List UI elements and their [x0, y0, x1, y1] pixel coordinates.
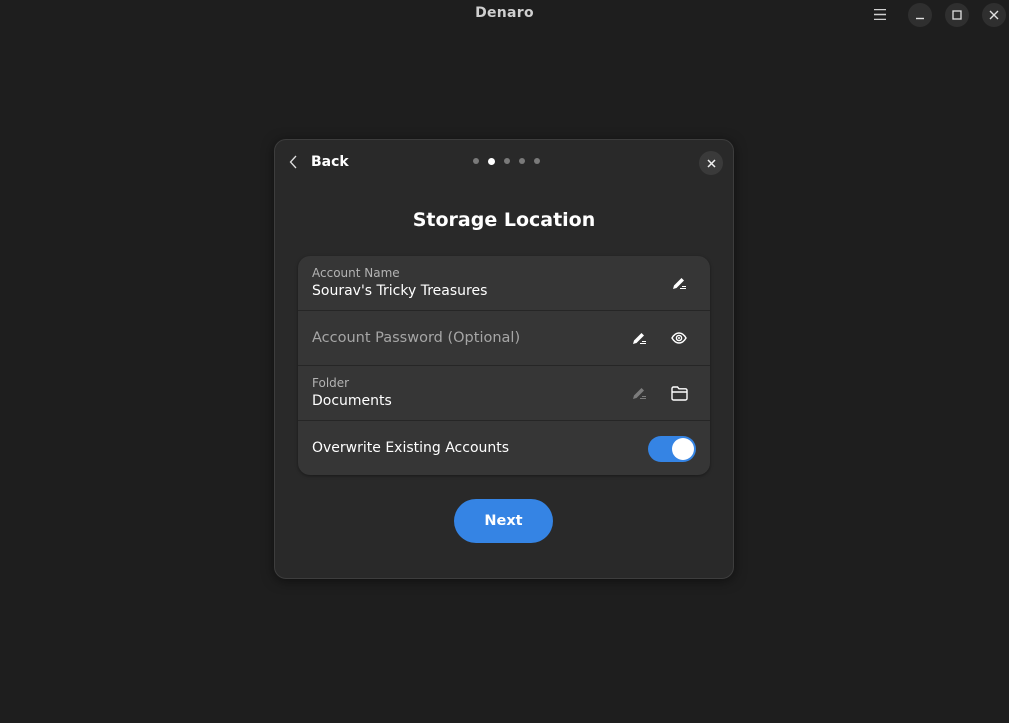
account-password-row[interactable]: Account Password (Optional) — [298, 311, 710, 366]
settings-list: Account Name Sourav's Tricky Treasures A… — [298, 256, 710, 475]
new-account-dialog: Back Storage Location Account Name Soura… — [274, 139, 734, 579]
pencil-icon — [671, 275, 687, 291]
folder-row[interactable]: Folder Documents — [298, 366, 710, 421]
page-dot[interactable] — [473, 158, 479, 164]
overwrite-row: Overwrite Existing Accounts — [298, 421, 710, 475]
folder-label: Folder — [312, 376, 350, 390]
account-name-label: Account Name — [312, 266, 400, 280]
pencil-icon — [631, 385, 647, 401]
switch-knob — [672, 438, 694, 460]
folder-icon — [670, 385, 688, 401]
show-password-button[interactable] — [667, 326, 691, 350]
folder-field: Documents — [312, 393, 392, 409]
main-menu-button[interactable] — [870, 5, 890, 23]
account-password-field[interactable]: Account Password (Optional) — [312, 330, 520, 346]
account-password-edit-button[interactable] — [627, 326, 651, 350]
close-icon — [706, 158, 716, 168]
page-indicator — [473, 157, 549, 165]
overwrite-switch[interactable] — [648, 436, 696, 462]
overwrite-label: Overwrite Existing Accounts — [312, 440, 510, 456]
app-title: Denaro — [475, 5, 534, 21]
maximize-icon — [952, 10, 962, 20]
pencil-icon — [631, 330, 647, 346]
hamburger-menu-icon — [874, 8, 886, 20]
back-button-label: Back — [311, 154, 349, 170]
account-name-field[interactable]: Sourav's Tricky Treasures — [312, 283, 487, 299]
page-dot[interactable] — [504, 158, 510, 164]
folder-edit-button — [627, 381, 651, 405]
account-name-edit-button[interactable] — [667, 271, 691, 295]
page-dot[interactable] — [519, 158, 525, 164]
dialog-close-button[interactable] — [699, 151, 723, 175]
chevron-left-icon — [289, 154, 301, 170]
minimize-button[interactable] — [908, 3, 932, 27]
select-folder-button[interactable] — [667, 381, 691, 405]
back-button[interactable]: Back — [289, 150, 349, 174]
maximize-button[interactable] — [945, 3, 969, 27]
header-bar: Denaro — [0, 0, 1009, 28]
window-close-button[interactable] — [982, 3, 1006, 27]
next-button[interactable]: Next — [454, 499, 553, 543]
page-title: Storage Location — [412, 209, 596, 231]
eye-icon — [671, 330, 687, 346]
close-icon — [989, 10, 999, 20]
minimize-icon — [915, 10, 925, 20]
page-dot[interactable] — [534, 158, 540, 164]
account-name-row[interactable]: Account Name Sourav's Tricky Treasures — [298, 256, 710, 311]
page-dot-active[interactable] — [488, 157, 495, 165]
